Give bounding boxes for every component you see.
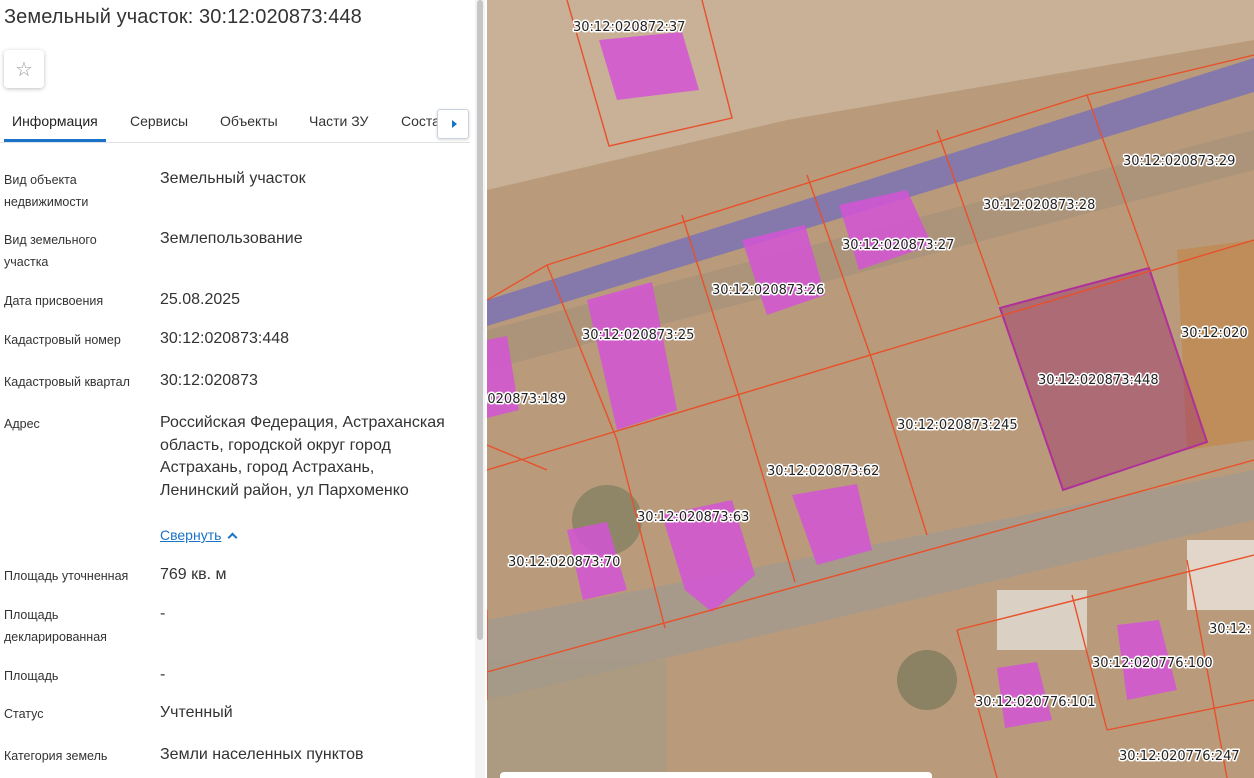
- status-value: Учтенный: [160, 704, 233, 721]
- parcel-label[interactable]: 30:12:020: [1180, 325, 1250, 343]
- tab-bar: Информация Сервисы Объекты Части ЗУ Сост…: [0, 101, 470, 143]
- category-label: Категория земель: [4, 749, 108, 763]
- tabs-next-button[interactable]: [437, 109, 469, 139]
- roof: [1187, 540, 1254, 610]
- tree: [897, 650, 957, 710]
- map-view[interactable]: 30:12:020872:37 30:12:020873:29 30:12:02…: [487, 0, 1254, 778]
- area-value: -: [160, 666, 166, 683]
- ground: [487, 660, 667, 778]
- parcel-label[interactable]: 30:12:020873:245: [896, 417, 1020, 435]
- land-type-value: Землепользование: [160, 230, 303, 247]
- status-label: Статус: [4, 707, 44, 721]
- panel-scrollbar[interactable]: [475, 0, 485, 778]
- tab-information[interactable]: Информация: [12, 113, 98, 129]
- area-label: Площадь: [4, 669, 59, 683]
- parcel-label[interactable]: 30:12:020776:247: [1118, 748, 1242, 766]
- collapse-label: Свернуть: [160, 527, 222, 543]
- collapse-link[interactable]: Свернуть: [160, 527, 238, 543]
- object-type-value: Земельный участок: [160, 170, 306, 187]
- parcel-label[interactable]: 30:12:020873:26: [711, 282, 826, 300]
- map-canvas[interactable]: 30:12:020872:37 30:12:020873:29 30:12:02…: [487, 0, 1254, 778]
- tab-parts[interactable]: Части ЗУ: [309, 113, 368, 129]
- area-declared-value: -: [160, 605, 166, 622]
- area-specified-label: Площадь уточненная: [4, 569, 129, 583]
- parcel-label[interactable]: 30:12:020873:28: [982, 197, 1097, 215]
- parcel-label[interactable]: 30:12:020776:100: [1091, 655, 1215, 673]
- cadastral-number-label: Кадастровый номер: [4, 333, 121, 347]
- cadastral-number-value: 30:12:020873:448: [160, 330, 290, 347]
- map-bottom-bar: [500, 772, 932, 778]
- chevron-up-icon: [227, 532, 238, 543]
- date-label: Дата присвоения: [4, 294, 104, 308]
- info-panel: Земельный участок: 30:12:020873:448 ☆ Ин…: [0, 0, 487, 778]
- parcel-label[interactable]: 30:12:020873:63: [636, 509, 751, 527]
- page-title: Земельный участок: 30:12:020873:448: [4, 6, 362, 28]
- address-label: Адрес: [4, 417, 40, 431]
- parcel-label[interactable]: 30:12:020872:37: [572, 19, 687, 37]
- parcel-label[interactable]: :020873:189: [487, 391, 568, 409]
- parcel-label[interactable]: 30:12:020776:101: [974, 694, 1098, 712]
- parcel-label[interactable]: 30:12:020873:62: [766, 463, 881, 481]
- parcel-label[interactable]: 30:12:: [1208, 621, 1253, 639]
- star-outline-icon: ☆: [15, 58, 33, 81]
- tab-objects[interactable]: Объекты: [220, 113, 278, 129]
- parcel-label[interactable]: 30:12:020873:448: [1037, 372, 1161, 390]
- object-type-label: Вид объекта недвижимости: [4, 173, 89, 209]
- date-value: 25.08.2025: [160, 291, 241, 308]
- building: [599, 32, 699, 100]
- area-specified-value: 769 кв. м: [160, 566, 227, 583]
- parcel-label[interactable]: 30:12:020873:29: [1122, 153, 1237, 171]
- category-value: Земли населенных пунктов: [160, 746, 364, 763]
- favorite-button[interactable]: ☆: [4, 50, 44, 88]
- scroll-thumb[interactable]: [477, 0, 483, 640]
- land-type-label: Вид земельного участка: [4, 233, 97, 269]
- cadastral-quarter-value: 30:12:020873: [160, 372, 258, 389]
- active-tab-indicator: [4, 139, 106, 142]
- parcel-label[interactable]: 30:12:020873:25: [581, 327, 696, 345]
- tab-services[interactable]: Сервисы: [130, 113, 188, 129]
- parcel-label[interactable]: 30:12:020873:27: [841, 237, 956, 255]
- cadastral-quarter-label: Кадастровый квартал: [4, 375, 130, 389]
- area-declared-label: Площадь декларированная: [4, 608, 107, 644]
- address-value: Российская Федерация, Астраханская облас…: [160, 414, 445, 499]
- caret-right-icon: [451, 120, 457, 128]
- parcel-label[interactable]: 30:12:020873:70: [507, 554, 622, 572]
